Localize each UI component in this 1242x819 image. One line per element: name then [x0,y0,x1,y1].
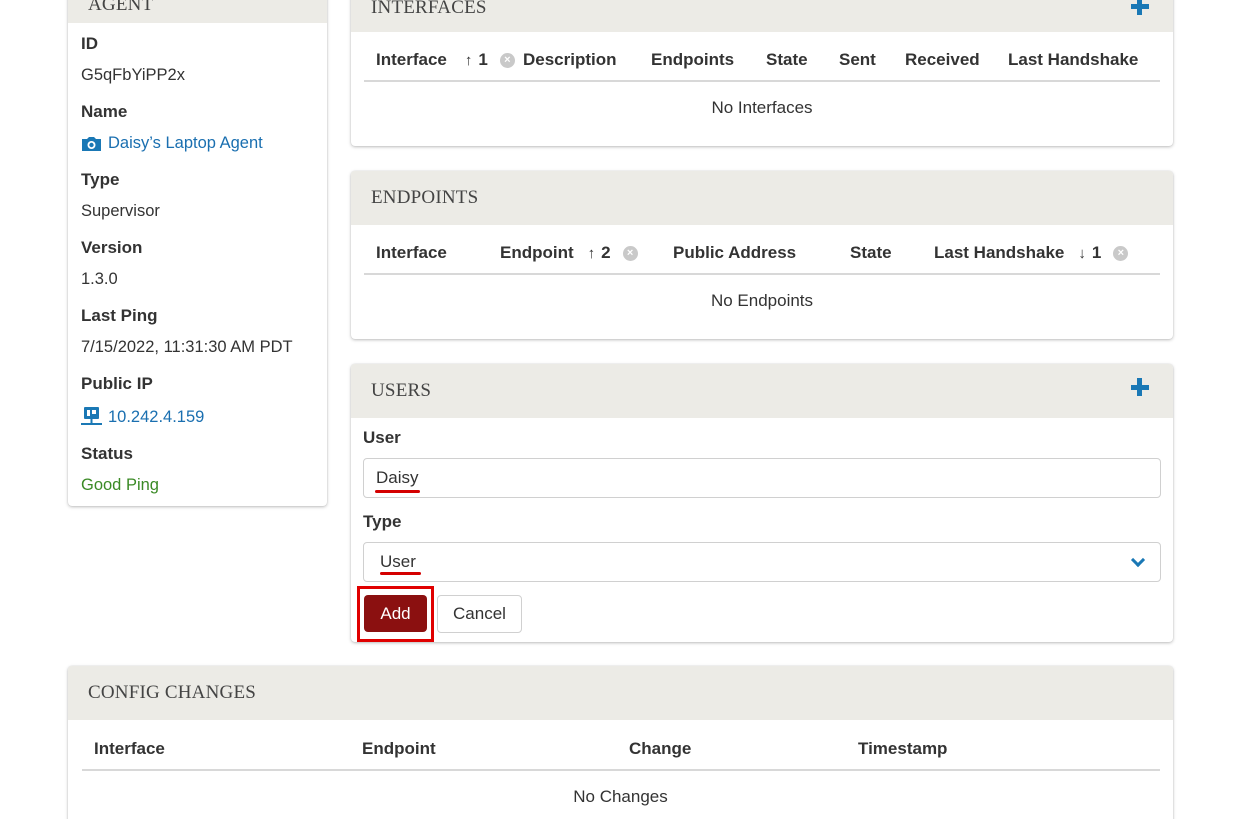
type-select-value: User [380,552,416,571]
version-value: 1.3.0 [81,270,118,288]
endpoints-card: ENDPOINTS Interface Endpoint ↑ 2 × Publi… [351,171,1173,339]
col-cfg-timestamp[interactable]: Timestamp [858,739,947,759]
sort-index: 2 [601,243,611,262]
empty-changes: No Changes [573,787,668,806]
public-ip-label: Public IP [81,374,153,393]
interfaces-card: INTERFACES Interface ↑ 1 × Description E… [351,0,1173,146]
col-endpoints[interactable]: Endpoints [651,50,734,70]
id-value: G5qFbYiPP2x [81,66,185,84]
users-title: USERS [371,380,432,401]
type-value: Supervisor [81,202,160,220]
agent-name-text: Daisy’s Laptop Agent [108,134,263,152]
status-value: Good Ping [81,476,159,494]
user-input[interactable] [363,458,1161,498]
header-divider [82,769,1160,771]
empty-endpoints: No Endpoints [710,291,814,310]
name-label: Name [81,102,128,121]
user-field-label: User [363,428,401,447]
col-interface[interactable]: Interface ↑ 1 × [376,50,515,70]
clear-sort-icon[interactable]: × [622,245,638,261]
version-label: Version [81,238,143,257]
clear-sort-icon[interactable]: × [1113,245,1129,261]
type-select[interactable]: User [363,542,1161,582]
sort-index: 1 [478,50,488,69]
col-ep-public-address[interactable]: Public Address [673,243,796,263]
col-cfg-interface[interactable]: Interface [94,739,165,759]
col-received[interactable]: Received [905,50,980,70]
users-card-header: USERS [351,364,1173,418]
camera-icon [82,136,101,151]
empty-interfaces: No Interfaces [711,98,813,117]
endpoints-title: ENDPOINTS [371,187,479,208]
config-card-header: CONFIG CHANGES [68,666,1173,720]
col-description[interactable]: Description [523,50,617,70]
col-cfg-endpoint[interactable]: Endpoint [362,739,436,759]
plus-icon[interactable] [1131,378,1149,396]
config-changes-card: CONFIG CHANGES Interface Endpoint Change… [68,666,1173,819]
sort-index: 1 [1091,243,1102,262]
agent-name-link[interactable]: Daisy’s Laptop Agent [81,134,263,153]
last-ping-value: 7/15/2022, 11:31:30 AM PDT [81,338,293,356]
type-field-label: Type [363,512,402,531]
col-state[interactable]: State [766,50,808,70]
col-ep-last-handshake[interactable]: Last Handshake ↓ 1 × [934,243,1129,263]
col-last-handshake[interactable]: Last Handshake [1008,50,1138,70]
network-icon [81,407,102,425]
sort-up-arrow-icon: ↑ [587,244,596,262]
header-divider [364,80,1160,82]
spellcheck-underline [375,490,420,493]
sort-down-arrow-icon: ↓ [1078,244,1086,262]
header-divider [364,273,1160,275]
agent-card: AGENT ID G5qFbYiPP2x Name Daisy’s Laptop… [68,0,327,506]
add-interface-plus-icon[interactable] [1131,0,1149,15]
col-ep-endpoint[interactable]: Endpoint ↑ 2 × [500,243,638,263]
endpoints-card-header: ENDPOINTS [351,171,1173,225]
gear-icon[interactable] [287,0,303,2]
type-label: Type [81,170,120,189]
agent-card-header: AGENT [68,0,327,23]
id-label: ID [81,34,98,53]
chevron-down-icon [1130,552,1146,568]
col-ep-state[interactable]: State [850,243,892,263]
col-ep-last-handshake-label: Last Handshake [934,243,1065,262]
status-label: Status [81,444,133,463]
cancel-button[interactable]: Cancel [437,595,522,633]
agent-title: AGENT [88,0,154,15]
col-sent[interactable]: Sent [839,50,876,70]
last-ping-label: Last Ping [81,306,158,325]
col-cfg-change[interactable]: Change [629,739,691,759]
spellcheck-underline [380,572,421,575]
col-ep-endpoint-label: Endpoint [500,243,574,262]
interfaces-title: INTERFACES [371,0,487,18]
col-interface-label: Interface [376,50,447,69]
add-button[interactable]: Add [364,595,427,632]
public-ip-text: 10.242.4.159 [108,407,205,426]
col-ep-interface[interactable]: Interface [376,243,447,263]
interfaces-card-header: INTERFACES [351,0,1173,32]
users-card: USERS User Type User Add Cancel [351,364,1173,642]
public-ip-link[interactable]: 10.242.4.159 [81,407,204,427]
sort-up-arrow-icon: ↑ [464,51,473,69]
config-title: CONFIG CHANGES [88,682,257,703]
clear-sort-icon[interactable]: × [499,52,515,68]
